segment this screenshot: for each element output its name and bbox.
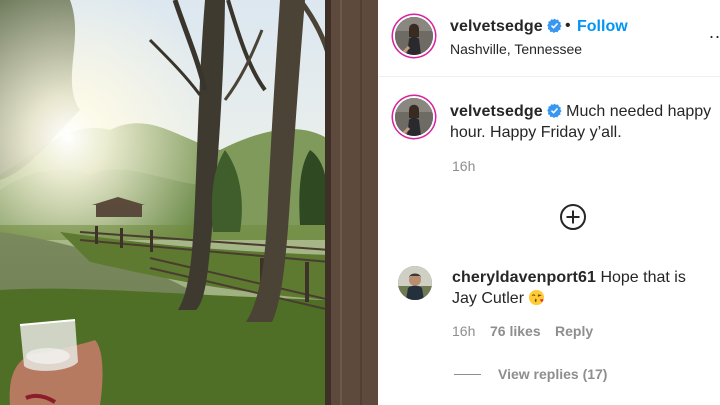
commenter-avatar[interactable] <box>398 266 432 300</box>
verified-badge-icon <box>546 18 562 33</box>
author-username[interactable]: velvetsedge <box>450 18 562 36</box>
replies-divider <box>454 374 481 375</box>
follow-button[interactable]: Follow <box>577 18 628 36</box>
caption-username[interactable]: velvetsedge <box>450 103 543 120</box>
header-separator: • <box>565 17 571 34</box>
comment: cheryldavenport61 Hope that is Jay Cutle… <box>452 267 714 309</box>
comment-timestamp[interactable]: 16h <box>452 323 475 339</box>
caption-timestamp[interactable]: 16h <box>452 158 475 174</box>
comment-likes-count[interactable]: 76 likes <box>490 323 541 339</box>
plus-circle-icon[interactable] <box>559 203 587 231</box>
photo-scene <box>0 0 378 405</box>
post-location[interactable]: Nashville, Tennessee <box>450 41 582 57</box>
post-photo[interactable] <box>0 0 378 405</box>
caption-author-avatar[interactable] <box>395 98 433 136</box>
post-caption: velvetsedge Much needed happy hour. Happ… <box>450 101 712 143</box>
post-side-panel: velvetsedge • Follow Nashville, Tennesse… <box>378 0 720 405</box>
instagram-post-modal: velvetsedge • Follow Nashville, Tennesse… <box>0 0 720 405</box>
face-blowing-kiss-icon <box>529 289 545 306</box>
view-replies-button[interactable]: View replies (17) <box>498 366 607 382</box>
verified-badge-icon <box>546 103 562 118</box>
reply-button[interactable]: Reply <box>555 323 593 339</box>
author-avatar[interactable] <box>395 17 433 55</box>
post-header: velvetsedge • Follow Nashville, Tennesse… <box>378 0 720 77</box>
commenter-avatar-image <box>398 266 432 300</box>
commenter-username[interactable]: cheryldavenport61 <box>452 269 596 286</box>
caption-avatar-image <box>395 98 433 136</box>
author-avatar-image <box>395 17 433 55</box>
more-options-icon[interactable]: ... <box>709 22 720 43</box>
author-username-text[interactable]: velvetsedge <box>450 18 543 35</box>
